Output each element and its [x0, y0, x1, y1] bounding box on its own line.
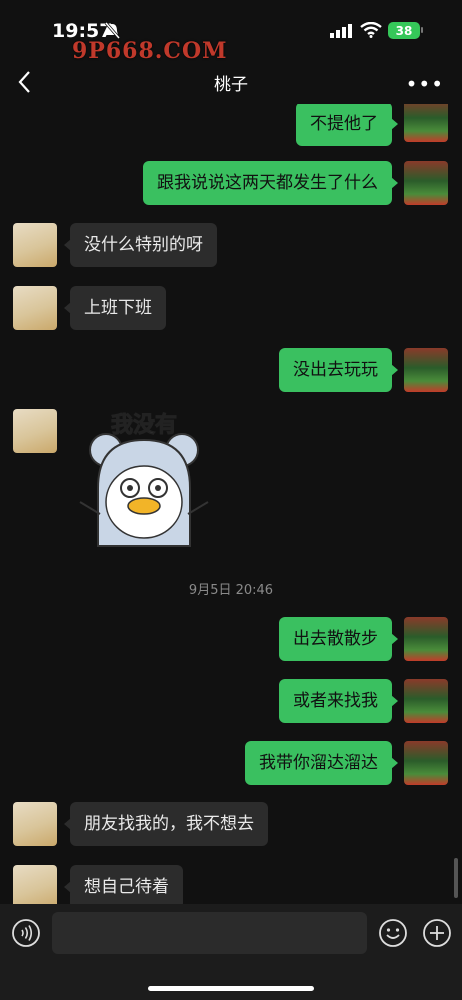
plus-icon[interactable] — [422, 918, 452, 948]
my-avatar[interactable] — [404, 741, 448, 785]
battery-indicator: 38 — [388, 22, 420, 39]
scrollbar[interactable] — [454, 858, 458, 898]
sticker-caption: 我没有 — [111, 412, 177, 438]
chat-title: 桃子 — [214, 75, 248, 95]
message-bubble-contact[interactable]: 没什么特别的呀 — [64, 223, 217, 267]
sticker-message[interactable]: 我没有 — [76, 406, 212, 554]
battery-tip — [421, 27, 423, 33]
contact-avatar[interactable] — [13, 286, 57, 330]
emoji-icon[interactable] — [378, 918, 408, 948]
contact-avatar[interactable] — [13, 409, 57, 453]
message-bubble-mine[interactable]: 跟我说说这两天都发生了什么 — [143, 161, 398, 205]
input-bar — [0, 904, 462, 1000]
my-avatar[interactable] — [404, 679, 448, 723]
my-avatar[interactable] — [404, 348, 448, 392]
message-input[interactable] — [52, 912, 367, 954]
message-list[interactable]: 不提他了 跟我说说这两天都发生了什么 没什么特别的呀 上班下班 没出去玩玩 我没… — [0, 104, 462, 904]
timestamp-divider: 9月5日 20:46 — [188, 583, 274, 598]
battery-level: 38 — [395, 23, 413, 38]
voice-icon[interactable] — [11, 918, 41, 948]
message-bubble-contact[interactable]: 想自己待着 — [64, 865, 183, 904]
message-bubble-contact[interactable]: 朋友找我的，我不想去 — [64, 802, 268, 846]
message-bubble-mine[interactable]: 我带你溜达溜达 — [245, 741, 398, 785]
contact-avatar[interactable] — [13, 865, 57, 904]
wifi-icon — [360, 22, 382, 38]
message-bubble-mine[interactable]: 不提他了 — [296, 104, 398, 146]
signal-icon — [330, 24, 352, 38]
message-bubble-contact[interactable]: 上班下班 — [64, 286, 166, 330]
message-bubble-mine[interactable]: 出去散散步 — [279, 617, 398, 661]
my-avatar[interactable] — [404, 104, 448, 142]
my-avatar[interactable] — [404, 161, 448, 205]
my-avatar[interactable] — [404, 617, 448, 661]
home-indicator[interactable] — [148, 986, 314, 991]
contact-avatar[interactable] — [13, 223, 57, 267]
status-bar: 19:57 9P668.COM 38 — [0, 0, 462, 64]
more-options-button[interactable]: ••• — [406, 72, 444, 96]
message-bubble-mine[interactable]: 没出去玩玩 — [279, 348, 398, 392]
contact-avatar[interactable] — [13, 802, 57, 846]
message-bubble-mine[interactable]: 或者来找我 — [279, 679, 398, 723]
nav-bar: 桃子 ••• — [0, 60, 462, 104]
